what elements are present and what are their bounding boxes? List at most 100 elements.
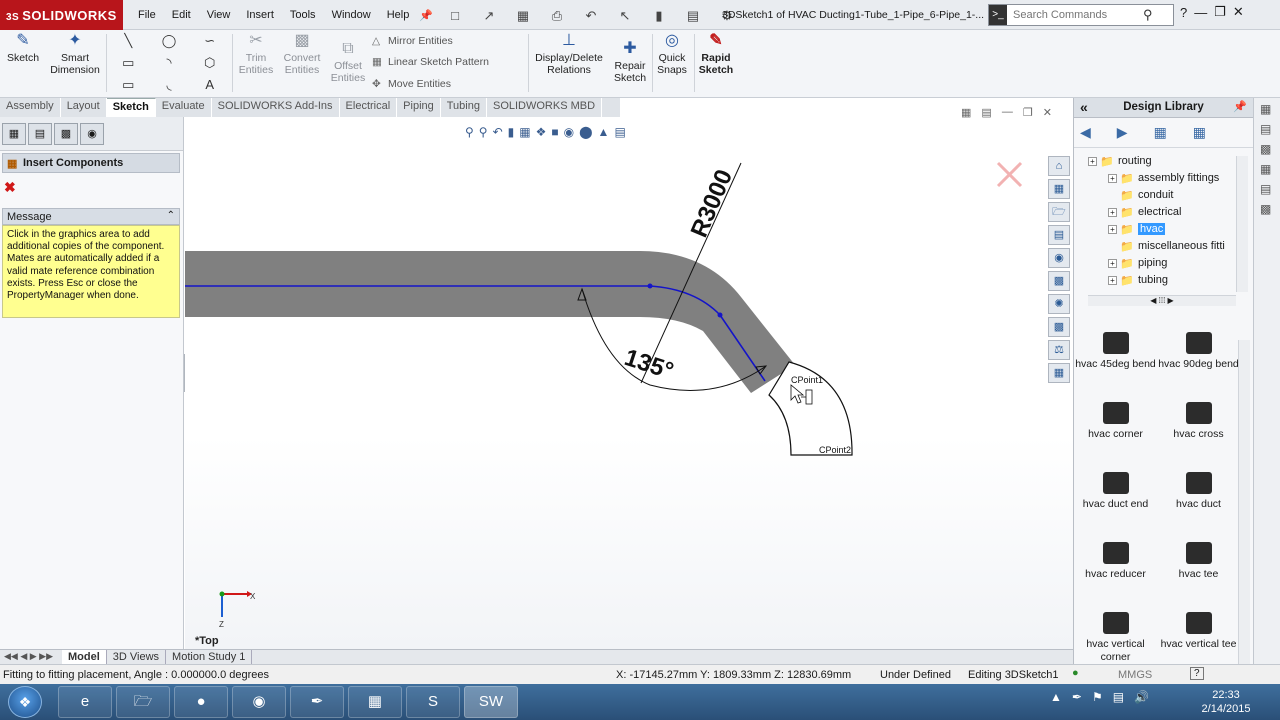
- sketch-button[interactable]: ✎ Sketch: [4, 32, 42, 64]
- configuration-manager-tab-icon[interactable]: ▩: [54, 123, 78, 145]
- add-file-location-icon[interactable]: ▦: [1193, 124, 1206, 141]
- feature-manager-tab-icon[interactable]: ▦: [2, 123, 26, 145]
- solidworks-taskbar-icon[interactable]: SW: [464, 686, 518, 718]
- menu-file[interactable]: File: [130, 9, 164, 21]
- viewport-minimize-icon[interactable]: —: [1002, 106, 1013, 119]
- circle-icon[interactable]: ◯: [149, 30, 190, 52]
- expand-icon[interactable]: +: [1108, 276, 1117, 285]
- fillet-icon[interactable]: ◟: [149, 74, 190, 96]
- pen-app-icon[interactable]: ✒: [290, 686, 344, 718]
- appearances-icon[interactable]: ◉: [1048, 248, 1070, 268]
- tree-node[interactable]: 📁 conduit: [1088, 188, 1238, 205]
- select-icon[interactable]: ↖: [610, 5, 640, 25]
- volume-icon[interactable]: 🔊: [1134, 690, 1149, 704]
- menu-edit[interactable]: Edit: [164, 9, 199, 21]
- menu-window[interactable]: Window: [324, 9, 379, 21]
- expand-icon[interactable]: +: [1108, 208, 1117, 217]
- new-document-icon[interactable]: □: [440, 5, 470, 25]
- save-icon[interactable]: ▦: [508, 5, 538, 25]
- sketch-canvas[interactable]: R3000 135° CPoint1 CPoint2 X Z *Top: [185, 117, 1073, 649]
- angle-dimension[interactable]: 135°: [621, 344, 677, 385]
- library-item[interactable]: hvac duct: [1157, 468, 1240, 538]
- search-icon[interactable]: ⚲: [1143, 7, 1153, 23]
- rectangle-icon[interactable]: ▭: [108, 52, 149, 74]
- tab-3d-views[interactable]: 3D Views: [107, 650, 167, 664]
- design-library-icon[interactable]: ▦: [1048, 179, 1070, 199]
- add-to-library-icon[interactable]: ▦: [1154, 124, 1167, 141]
- mirror-entities-button[interactable]: △ Mirror Entities: [372, 35, 453, 47]
- smart-dimension-button[interactable]: ✦ Smart Dimension: [46, 32, 104, 76]
- text-icon[interactable]: A: [189, 74, 230, 96]
- tree-node[interactable]: + 📁 routing: [1088, 154, 1238, 171]
- menu-tools[interactable]: Tools: [282, 9, 324, 21]
- tab-piping[interactable]: Piping: [397, 98, 441, 117]
- start-button[interactable]: ❖: [8, 686, 42, 718]
- strip-icon[interactable]: ▤: [1260, 182, 1280, 196]
- repair-sketch-button[interactable]: ✚ Repair Sketch: [610, 40, 650, 84]
- graphics-area[interactable]: ⚲ ⚲ ↶ ▮ ▦ ❖ ■ ◉ ⬤ ▲ ▤ R3000 135° CPoint1…: [185, 117, 1073, 649]
- view-palette-icon[interactable]: ▤: [1048, 225, 1070, 245]
- strip-icon[interactable]: ▩: [1260, 142, 1280, 156]
- open-icon[interactable]: ↗: [474, 5, 504, 25]
- tab-motion-study-1[interactable]: Motion Study 1: [166, 650, 253, 664]
- help-icon[interactable]: ?: [1180, 5, 1187, 20]
- cancel-icon[interactable]: ✖: [4, 179, 16, 196]
- rebuild-status-icon[interactable]: ●: [1072, 667, 1079, 679]
- tab-assembly[interactable]: Assembly: [0, 98, 61, 117]
- solidworks-resources-icon[interactable]: ⌂: [1048, 156, 1070, 176]
- quick-snaps-button[interactable]: ◎ Quick Snaps: [654, 32, 690, 76]
- back-icon[interactable]: ◀: [1080, 124, 1091, 141]
- tree-node[interactable]: + 📁 hvac: [1088, 222, 1238, 239]
- offset-entities-button[interactable]: ⧉ Offset Entities: [328, 40, 368, 84]
- file-explorer-icon[interactable]: 🗁: [1048, 202, 1070, 222]
- strip-icon[interactable]: ▦: [1260, 162, 1280, 176]
- chrome-icon[interactable]: ◉: [232, 686, 286, 718]
- tree-node[interactable]: + 📁 tubing: [1088, 273, 1238, 290]
- library-item[interactable]: hvac cross: [1157, 398, 1240, 468]
- arc-icon[interactable]: ◝: [149, 52, 190, 74]
- file-properties-icon[interactable]: ▤: [678, 5, 708, 25]
- forward-icon[interactable]: ▶: [1117, 124, 1128, 141]
- electrical-icon[interactable]: ⚖: [1048, 340, 1070, 360]
- property-manager-tab-icon[interactable]: ▤: [28, 123, 52, 145]
- tray-flag-icon[interactable]: ⚑: [1092, 690, 1103, 704]
- tree-node[interactable]: 📁 miscellaneous fitti: [1088, 239, 1238, 256]
- library-item[interactable]: hvac reducer: [1074, 538, 1157, 608]
- expand-icon[interactable]: +: [1088, 157, 1097, 166]
- pin-icon[interactable]: 📌: [1233, 100, 1247, 113]
- expand-icon[interactable]: +: [1108, 259, 1117, 268]
- tree-node[interactable]: + 📁 electrical: [1088, 205, 1238, 222]
- menu-insert[interactable]: Insert: [238, 9, 282, 21]
- tree-node[interactable]: + 📁 piping: [1088, 256, 1238, 273]
- display-delete-relations-button[interactable]: ⊥ Display/Delete Relations: [532, 32, 606, 76]
- sketch-point[interactable]: [647, 283, 653, 289]
- rebuild-icon[interactable]: ▮: [644, 5, 674, 25]
- linear-sketch-pattern-button[interactable]: ▦ Linear Sketch Pattern: [372, 56, 489, 68]
- menu-view[interactable]: View: [199, 9, 239, 21]
- solidworks-forum-icon[interactable]: ✺: [1048, 294, 1070, 314]
- polygon-icon[interactable]: ⬡: [189, 52, 230, 74]
- strip-icon[interactable]: ▦: [1260, 102, 1280, 116]
- tab-tubing[interactable]: Tubing: [441, 98, 487, 117]
- minimize-button[interactable]: —: [1194, 5, 1207, 20]
- tree-horizontal-scrollbar[interactable]: ◀ ⁞⁞⁞ ▶: [1088, 295, 1236, 306]
- appearance-tab-icon[interactable]: ◉: [80, 123, 104, 145]
- search-commands-box[interactable]: >_ ⚲: [988, 4, 1174, 26]
- plastics-icon[interactable]: ▦: [1048, 363, 1070, 383]
- strip-icon[interactable]: ▤: [1260, 122, 1280, 136]
- pin-icon[interactable]: 📌: [419, 9, 433, 22]
- viewport-split-icon[interactable]: ▤: [981, 106, 991, 119]
- library-item[interactable]: hvac tee: [1157, 538, 1240, 608]
- tab-solidworks-add-ins[interactable]: SOLIDWORKS Add-Ins: [212, 98, 340, 117]
- close-button[interactable]: ✕: [1233, 4, 1244, 20]
- duct-body[interactable]: [185, 251, 795, 393]
- tree-node[interactable]: + 📁 assembly fittings: [1088, 171, 1238, 188]
- collapse-panel-icon[interactable]: «: [1080, 99, 1088, 115]
- restore-button[interactable]: ❐: [1214, 4, 1226, 20]
- unit-system[interactable]: MMGS: [1118, 669, 1152, 681]
- expand-icon[interactable]: +: [1108, 174, 1117, 183]
- collapse-icon[interactable]: ⌃: [167, 210, 175, 221]
- tab-electrical[interactable]: Electrical: [340, 98, 398, 117]
- library-item[interactable]: hvac 90deg bend: [1157, 328, 1240, 398]
- tray-arrow-icon[interactable]: ▲: [1050, 690, 1062, 704]
